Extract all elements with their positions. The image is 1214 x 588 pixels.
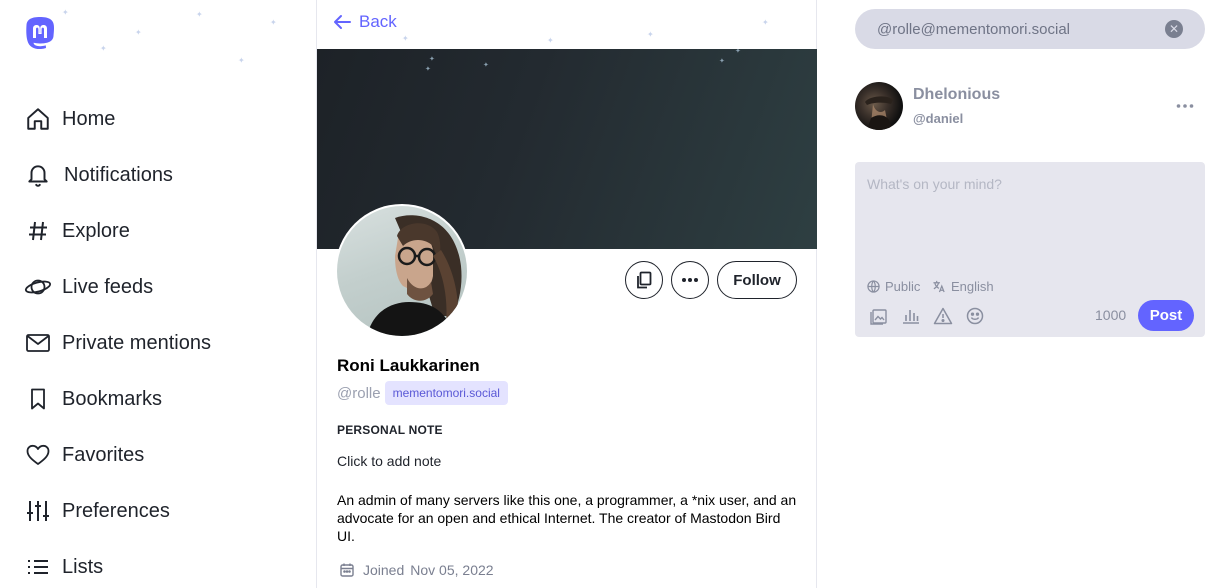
account-menu-button[interactable] xyxy=(1174,96,1196,116)
personal-note-field[interactable]: Click to add note xyxy=(337,453,441,469)
search-input-value: @rolle@mementomori.social xyxy=(877,20,1071,38)
clear-search-icon[interactable]: ✕ xyxy=(1165,20,1183,38)
decoration-star: ✦ xyxy=(483,62,489,69)
nav-item-label: Explore xyxy=(62,219,130,242)
hash-icon xyxy=(24,217,52,245)
copy-icon xyxy=(637,271,652,289)
profile-handle-row: @rolle mementomori.social xyxy=(337,381,508,405)
nav-item-label: Home xyxy=(62,107,116,130)
profile-handle: @rolle xyxy=(337,384,381,402)
profile-avatar-photo xyxy=(337,206,467,336)
decoration-sparkle: ✦ xyxy=(270,18,277,27)
right-column: @rolle@mementomori.social ✕ Dhelonious @… xyxy=(838,0,1214,588)
language-selector[interactable]: English xyxy=(932,279,994,294)
nav-item-label: Favorites xyxy=(62,443,145,466)
nav-item-notifications[interactable]: Notifications xyxy=(24,155,173,195)
mastodon-logo[interactable] xyxy=(24,16,56,50)
decoration-sparkle: ✦ xyxy=(196,10,203,19)
decoration-star: ✦ xyxy=(735,49,741,55)
compose-form: What's on your mind? Public English 1000… xyxy=(855,162,1205,337)
decoration-sparkle: ✦ xyxy=(100,44,107,53)
content-warning-button[interactable] xyxy=(932,305,954,327)
copy-link-button[interactable] xyxy=(625,261,663,299)
left-sidebar: ✦ ✦ ✦ ✦ ✦ ✦ Home Notifications Explore L… xyxy=(0,0,316,588)
nav-item-home[interactable]: Home xyxy=(24,99,115,139)
decoration-sparkle: ✦ xyxy=(762,18,769,27)
decoration-sparkle: ✦ xyxy=(62,8,69,17)
arrow-left-icon xyxy=(334,15,351,29)
post-button[interactable]: Post xyxy=(1138,300,1194,331)
decoration-star: ✦ xyxy=(719,58,725,65)
follow-button[interactable]: Follow xyxy=(717,261,797,299)
visibility-selector[interactable]: Public xyxy=(867,279,920,294)
planet-icon xyxy=(24,273,52,301)
profile-avatar[interactable] xyxy=(335,204,469,338)
profile-domain-badge[interactable]: mementomori.social xyxy=(384,381,508,405)
account-avatar-image xyxy=(865,96,893,130)
nav-item-label: Notifications xyxy=(64,163,173,186)
list-icon xyxy=(24,553,52,581)
compose-textarea[interactable]: What's on your mind? xyxy=(867,176,1002,192)
add-poll-button[interactable] xyxy=(900,305,922,327)
nav-item-label: Preferences xyxy=(62,499,170,522)
sliders-icon xyxy=(24,497,52,525)
back-label: Back xyxy=(359,12,397,31)
avatar-portrait-image xyxy=(367,215,462,336)
account-display-name[interactable]: Dhelonious xyxy=(913,86,1000,104)
emoji-picker-button[interactable] xyxy=(964,305,986,327)
language-label: English xyxy=(951,279,994,294)
nav-item-label: Private mentions xyxy=(62,331,211,354)
decoration-star: ✦ xyxy=(429,56,435,63)
nav-item-explore[interactable]: Explore xyxy=(24,211,130,251)
joined-date-value: Nov 05, 2022 xyxy=(410,562,494,578)
ellipsis-icon xyxy=(682,278,698,282)
search-input[interactable]: @rolle@mementomori.social ✕ xyxy=(855,9,1205,49)
warning-icon xyxy=(933,307,953,325)
app-window: ✦ ✦ ✦ ✦ ✦ ✦ Home Notifications Explore L… xyxy=(0,0,1214,588)
decoration-sparkle: ✦ xyxy=(647,30,654,39)
more-options-button[interactable] xyxy=(671,261,709,299)
nav-item-label: Lists xyxy=(62,555,104,578)
calendar-icon xyxy=(340,563,354,577)
joined-label: Joined xyxy=(363,562,405,578)
back-button[interactable]: Back xyxy=(333,12,397,32)
bookmark-icon xyxy=(24,385,52,413)
mail-icon xyxy=(24,329,52,357)
nav-item-favorites[interactable]: Favorites xyxy=(24,435,144,475)
decoration-sparkle: ✦ xyxy=(402,34,409,43)
smiley-icon xyxy=(966,307,984,325)
image-icon xyxy=(870,309,887,325)
account-handle: @daniel xyxy=(913,111,964,126)
nav-item-preferences[interactable]: Preferences xyxy=(24,491,170,531)
translate-icon xyxy=(933,280,945,293)
profile-display-name: Roni Laukkarinen xyxy=(337,356,480,375)
poll-icon xyxy=(903,310,919,324)
account-avatar[interactable] xyxy=(855,82,903,130)
profile-bio: An admin of many servers like this one, … xyxy=(337,492,797,544)
add-media-button[interactable] xyxy=(868,305,890,327)
heart-icon xyxy=(24,441,52,469)
ellipsis-icon xyxy=(1176,104,1194,108)
nav-item-live-feeds[interactable]: Live feeds xyxy=(24,267,153,307)
nav-item-lists[interactable]: Lists xyxy=(24,547,103,587)
character-counter: 1000 xyxy=(1095,307,1127,323)
globe-icon xyxy=(867,280,880,293)
visibility-label: Public xyxy=(885,279,921,294)
decoration-star: ✦ xyxy=(425,66,431,73)
home-icon xyxy=(24,105,52,133)
decoration-sparkle: ✦ xyxy=(135,28,142,37)
decoration-sparkle: ✦ xyxy=(238,56,245,65)
bell-icon xyxy=(24,161,52,189)
profile-joined-date: Joined Nov 05, 2022 xyxy=(339,562,494,578)
nav-item-label: Bookmarks xyxy=(62,387,163,410)
decoration-sparkle: ✦ xyxy=(547,36,554,45)
mastodon-logo-icon xyxy=(26,17,55,50)
nav-item-bookmarks[interactable]: Bookmarks xyxy=(24,379,162,419)
profile-column: ✦ ✦ ✦ ✦ Back ✦ ✦ ✦ ✦ ✦ Follow Roni Laukk… xyxy=(316,0,817,588)
nav-item-label: Live feeds xyxy=(62,275,154,298)
nav-item-private-mentions[interactable]: Private mentions xyxy=(24,323,211,363)
personal-note-heading: PERSONAL NOTE xyxy=(337,423,443,437)
